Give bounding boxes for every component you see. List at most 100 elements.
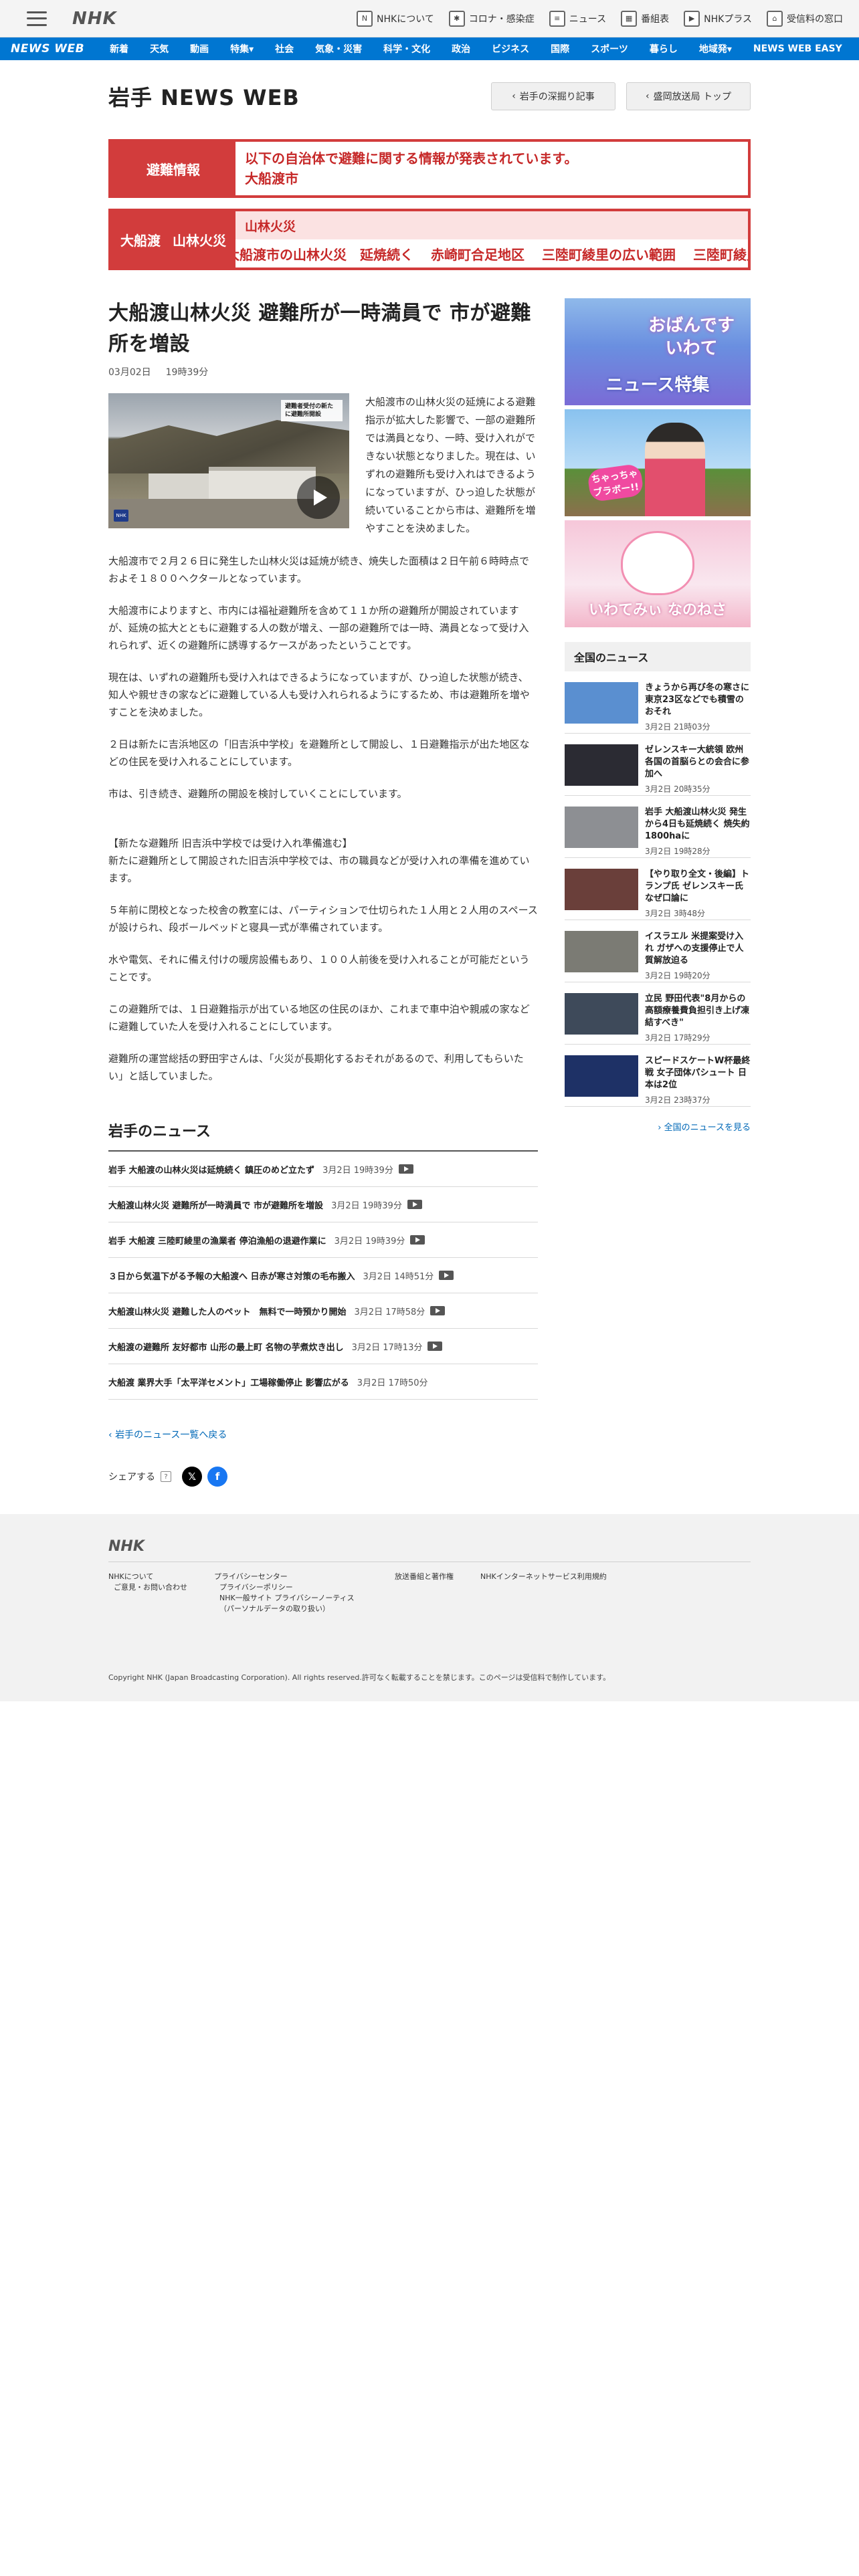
mascot-image — [621, 531, 694, 595]
nav-international[interactable]: 国際 — [540, 42, 580, 56]
station-top-button[interactable]: ‹ 盛岡放送局 トップ — [626, 82, 751, 110]
article-lead-text: 大船渡市の山林火災の延焼による避難指示が拡大した影響で、一部の避難所では満員とな… — [365, 396, 536, 534]
national-news-item[interactable]: イスラエル 米提案受け入れ ガザへの支援停止で人質解放迫る 3月2日 19時20分 — [565, 920, 751, 982]
evacuation-alert-body: 以下の自治体で避難に関する情報が発表されています。 大船渡市 — [235, 142, 748, 195]
nav-politics[interactable]: 政治 — [441, 42, 481, 56]
help-icon[interactable]: ? — [161, 1471, 171, 1482]
local-news-title: 岩手のニュース — [108, 1119, 538, 1152]
video-icon — [407, 1200, 422, 1209]
nav-regional[interactable]: 地域発▾ — [688, 42, 743, 56]
footer-link-privacy-policy[interactable]: プライバシーポリシー — [214, 1582, 368, 1593]
video-icon — [439, 1271, 454, 1280]
banner-bravo[interactable]: ちゃっちゃ ブラボー!! — [565, 409, 751, 516]
article-paragraph: 大船渡市によりますと、市内には福祉避難所を含めて１１か所の避難所が開設されていま… — [108, 605, 529, 651]
forest-fire-links: 大船渡市の山林火災 延焼続く 赤崎町合足地区 三陸町綾里の広い範囲 三陸町綾里で… — [235, 239, 748, 267]
all-national-news-link[interactable]: › 全国のニュースを見る — [565, 1120, 751, 1133]
nav-disaster[interactable]: 気象・災害 — [304, 42, 373, 56]
facebook-share-icon[interactable]: f — [207, 1467, 227, 1487]
footer-link-terms[interactable]: NHKインターネットサービス利用規約 — [480, 1572, 607, 1582]
national-news-item[interactable]: ゼレンスキー大統領 欧州各国の首脳らとの会合に参加へ 3月2日 20時35分 — [565, 734, 751, 796]
link-nhk-plus[interactable]: ▶ NHKプラス — [684, 10, 752, 27]
page-heading: 岩手 NEWS WEB ‹ 岩手の深掘り記事 ‹ 盛岡放送局 トップ — [108, 70, 751, 123]
content-layout: 大船渡山林火災 避難所が一時満員で 市が避難所を増設 03月02日 19時39分 … — [108, 298, 751, 1487]
list-item[interactable]: ３日から気温下がる予報の大船渡へ 日赤が寒さ対策の毛布搬入 3月2日 14時51分 — [108, 1258, 538, 1293]
national-news-item[interactable]: きょうから再び冬の寒さに 東京23区などでも積雪のおそれ 3月2日 21時03分 — [565, 671, 751, 734]
footer-link-privacy-notice[interactable]: NHK一般サイト プライバシーノーティス（パーソナルデータの取り扱い） — [214, 1593, 368, 1614]
heading-buttons: ‹ 岩手の深掘り記事 ‹ 盛岡放送局 トップ — [491, 82, 751, 110]
link-program-guide[interactable]: ▦ 番組表 — [621, 10, 669, 27]
nav-news-web-easy[interactable]: NEWS WEB EASY — [743, 43, 853, 54]
forest-fire-tag: 山林火災 — [235, 211, 748, 239]
footer-links: NHKについて ご意見・お問い合わせ プライバシーセンター プライバシーポリシー… — [108, 1572, 751, 1614]
list-item[interactable]: 大船渡 業界大手「太平洋セメント」工場稼働停止 影響広がる 3月2日 17時50分 — [108, 1364, 538, 1400]
link-corona[interactable]: ✱ コロナ・感染症 — [448, 10, 535, 27]
news-thumbnail — [565, 807, 638, 848]
feature-articles-button[interactable]: ‹ 岩手の深掘り記事 — [491, 82, 615, 110]
footer-link-privacy-center[interactable]: プライバシーセンター — [214, 1572, 368, 1582]
fire-link-1[interactable]: 大船渡市の山林火災 延焼続く — [235, 244, 413, 263]
nav-features[interactable]: 特集▾ — [219, 42, 264, 56]
fire-link-2[interactable]: 赤崎町合足地区 — [431, 244, 524, 263]
nav-video[interactable]: 動画 — [179, 42, 219, 56]
link-reception-fee[interactable]: ⌂ 受信料の窓口 — [767, 10, 843, 27]
list-item[interactable]: 大船渡の避難所 友好都市 山形の最上町 名物の芋煮炊き出し 3月2日 17時13分 — [108, 1329, 538, 1364]
video-caption: 避難者受付の新たに避難所開設 — [281, 400, 343, 421]
list-item[interactable]: 大船渡山林火災 避難した人のペット 無料で一時預かり開始 3月2日 17時58分 — [108, 1293, 538, 1329]
link-news[interactable]: ≡ ニュース — [549, 10, 606, 27]
nhk-logo[interactable]: NHK — [72, 9, 117, 29]
page-container: 岩手 NEWS WEB ‹ 岩手の深掘り記事 ‹ 盛岡放送局 トップ 避難情報 以下… — [108, 70, 751, 1487]
chevron-right-icon: › — [658, 1123, 664, 1133]
article-subheading-paragraph: 【新たな避難所 旧吉浜中学校では受け入れ準備進む】 新たに避難所として開設された… — [108, 837, 530, 884]
news-web-logo[interactable]: NEWS WEB — [11, 42, 84, 56]
fire-link-3[interactable]: 三陸町綾里の広い範囲 — [542, 244, 676, 263]
global-header: NHK N NHKについて ✱ コロナ・感染症 ≡ ニュース ▦ 番組表 ▶ NHKプラス… — [0, 0, 859, 37]
national-news-item[interactable]: 岩手 大船渡山林火災 発生から4日も延焼続く 焼失約1800haに 3月2日 19… — [565, 796, 751, 858]
footer-link-about[interactable]: NHKについて — [108, 1572, 187, 1582]
nav-sports[interactable]: スポーツ — [580, 42, 639, 56]
article-video[interactable]: 避難者受付の新たに避難所開設 NHK — [108, 393, 349, 528]
fire-link-4[interactable]: 三陸町綾里では北東 — [693, 244, 748, 263]
play-icon[interactable] — [297, 476, 340, 519]
page-title: 岩手 NEWS WEB — [108, 85, 300, 110]
news-thumbnail — [565, 744, 638, 786]
article-paragraph: この避難所では、１日避難指示が出ている地区の住民のほか、これまで車中泊や親戚の家… — [108, 1003, 530, 1033]
article-title: 大船渡山林火災 避難所が一時満員で 市が避難所を増設 — [108, 302, 531, 356]
nav-latest[interactable]: 新着 — [99, 42, 139, 56]
national-news-item[interactable]: スピードスケートW杯最終戦 女子団体パシュート 日本は2位 3月2日 23時37分 — [565, 1045, 751, 1107]
banner-iwatemi[interactable]: いわてみぃ なのねさ — [565, 520, 751, 627]
forest-fire-label: 大船渡 山林火災 — [111, 211, 235, 267]
news-thumbnail — [565, 869, 638, 910]
nav-society[interactable]: 社会 — [264, 42, 304, 56]
forest-fire-body: 山林火災 大船渡市の山林火災 延焼続く 赤崎町合足地区 三陸町綾里の広い範囲 三… — [235, 211, 748, 267]
back-to-local-news-link[interactable]: ‹ 岩手のニュース一覧へ戻る — [108, 1428, 538, 1441]
national-news-item[interactable]: 【やり取り全文・後編】トランプ氏 ゼレンスキー氏 なぜ口論に 3月2日 3時48分 — [565, 858, 751, 920]
list-item[interactable]: 岩手 大船渡の山林火災は延焼続く 鎮圧のめど立たず 3月2日 19時39分 — [108, 1152, 538, 1187]
x-share-icon[interactable]: 𝕏 — [182, 1467, 202, 1487]
play-screen-icon: ▶ — [684, 10, 700, 27]
banner-obandesu[interactable]: おばんです いわて ニュース特集 — [565, 298, 751, 405]
nav-science[interactable]: 科学・文化 — [373, 42, 441, 56]
nav-weather[interactable]: 天気 — [139, 42, 179, 56]
national-news-item[interactable]: 立民 野田代表"8月からの高額療養費負担引き上げ凍結すべき" 3月2日 17時29… — [565, 982, 751, 1045]
article-paragraph: 水や電気、それに備え付けの暖房設備もあり、１００人前後を受け入れることが可能だと… — [108, 954, 530, 983]
nav-business[interactable]: ビジネス — [481, 42, 540, 56]
footer-link-copyright[interactable]: 放送番組と著作権 — [395, 1572, 454, 1582]
footer-link-contact[interactable]: ご意見・お問い合わせ — [108, 1582, 187, 1593]
list-item[interactable]: 大船渡山林火災 避難所が一時満員で 市が避難所を増設 3月2日 19時39分 — [108, 1187, 538, 1222]
nav-life[interactable]: 暮らし — [639, 42, 688, 56]
article-paragraph: 大船渡市で２月２６日に発生した山林火災は延焼が続き、焼失した面積は２日午前６時時… — [108, 555, 529, 584]
share-label: シェアする — [108, 1472, 155, 1483]
forest-fire-banner: 大船渡 山林火災 山林火災 大船渡市の山林火災 延焼続く 赤崎町合足地区 三陸町… — [108, 209, 751, 270]
news-thumbnail — [565, 993, 638, 1035]
footer: NHK NHKについて ご意見・お問い合わせ プライバシーセンター プライバシー… — [0, 1514, 859, 1701]
evacuation-municipality[interactable]: 大船渡市 — [245, 169, 739, 189]
video-icon — [430, 1306, 446, 1315]
menu-icon[interactable] — [27, 11, 47, 26]
list-item[interactable]: 岩手 大船渡 三陸町綾里の漁業者 停泊漁船の退避作業に 3月2日 19時39分 — [108, 1222, 538, 1258]
article-paragraph: 市は、引き続き、避難所の開設を検討していくことにしています。 — [108, 788, 407, 800]
footer-nhk-logo[interactable]: NHK — [108, 1538, 751, 1562]
link-about-nhk[interactable]: N NHKについて — [357, 10, 434, 27]
video-icon — [427, 1341, 443, 1351]
evacuation-alert[interactable]: 避難情報 以下の自治体で避難に関する情報が発表されています。 大船渡市 — [108, 139, 751, 198]
nhk-logo-icon: N — [357, 10, 373, 27]
